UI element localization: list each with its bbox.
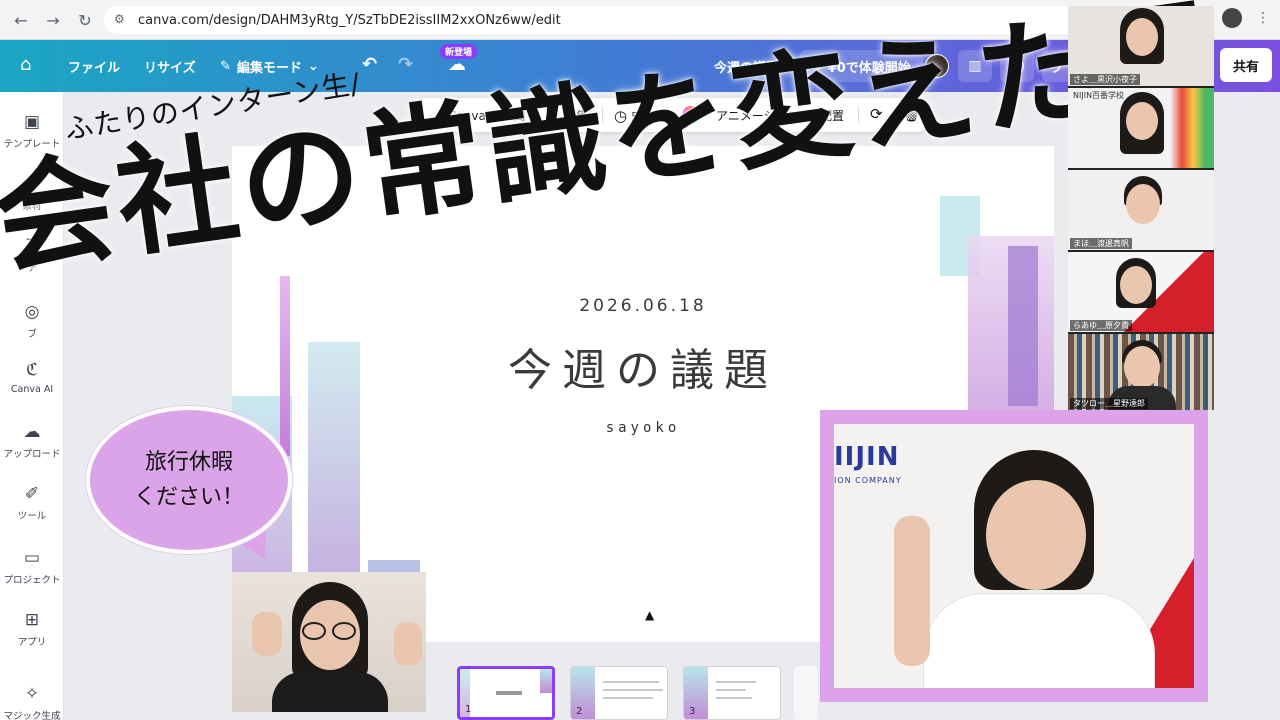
participant-name: まほ＿渡邊真帆 [1070, 238, 1132, 249]
menu-icon[interactable]: ⋮ [1256, 10, 1270, 26]
page-thumbnail[interactable]: 1 [457, 666, 555, 720]
pencil-icon: ✎ [220, 59, 231, 74]
participant-name: NIJIN百番学校 [1073, 91, 1125, 100]
sidebar-item-magic[interactable]: ✧ マジック生成 [0, 684, 64, 720]
thumbs-up-hand [394, 622, 422, 666]
forward-icon[interactable]: → [38, 5, 68, 35]
page-thumbnail[interactable]: 3 [683, 666, 781, 720]
person-face [1124, 346, 1160, 388]
thumbnail-text [496, 691, 522, 695]
magic-icon: ✧ [24, 684, 40, 704]
folder-icon: ▭ [23, 548, 41, 568]
person-face [1126, 102, 1158, 140]
sidebar-item-apps[interactable]: ⊞ アプリ [0, 610, 64, 648]
reload-icon[interactable]: ↻ [70, 5, 100, 35]
sidebar-item-tools[interactable]: ✐ ツール [0, 484, 64, 522]
video-feed-left [232, 572, 426, 712]
company-logo: IIJIN [834, 442, 900, 472]
file-menu[interactable]: ファイル [68, 57, 120, 76]
person-face [1126, 18, 1158, 56]
participant-tile[interactable]: らあゆ＿原夕貴 [1068, 252, 1214, 332]
page-thumbnail[interactable]: 2 [570, 666, 668, 720]
thumbnail-text [716, 681, 756, 683]
sidebar-item-label: Canva AI [10, 384, 54, 395]
person-face [1120, 266, 1152, 304]
page-number: 2 [576, 706, 583, 717]
sidebar-item-label: ブ [27, 329, 37, 340]
thumbs-up-hand [252, 612, 282, 656]
sidebar-item-canva-ai[interactable]: ℭ Canva AI [0, 360, 64, 395]
add-page-button[interactable] [794, 666, 818, 720]
sidebar-item-label: ツール [17, 511, 47, 522]
person-body [924, 594, 1154, 688]
brand-icon: ◎ [24, 302, 40, 322]
bubble-line: ください！ [133, 485, 244, 510]
tools-icon: ✐ [24, 484, 40, 504]
sidebar-item-label: アップロード [3, 449, 61, 460]
sidebar-item-uploads[interactable]: ☁ アップロード [0, 422, 64, 460]
sidebar-item-label: プロジェクト [3, 575, 61, 586]
participant-name: らあゆ＿原夕貴 [1070, 320, 1132, 331]
thumbnail-text [603, 681, 659, 683]
person-face [986, 480, 1086, 590]
participant-tile[interactable]: さよ＿黒沢小夜子 [1068, 6, 1214, 86]
profile-avatar[interactable] [1222, 8, 1242, 28]
back-icon[interactable]: ← [6, 5, 36, 35]
bubble-line: 旅行休暇 [144, 449, 233, 475]
thumbnail-text [603, 689, 663, 691]
slide-title: 今週の議題 [508, 345, 778, 396]
sidebar-item-label: アプリ [17, 637, 47, 648]
glasses-icon [332, 622, 356, 640]
participant-tile[interactable]: タツロー＿星野達郎 [1068, 334, 1214, 410]
canva-ai-icon: ℭ [26, 360, 38, 380]
thumbnail-text [716, 697, 752, 699]
sidebar-item-label: マジック生成 [3, 711, 61, 720]
thumbnail-decoration [571, 667, 595, 719]
participant-tile[interactable]: まほ＿渡邊真帆 [1068, 170, 1214, 250]
page-number: 3 [689, 706, 696, 717]
participant-name: タツロー＿星野達郎 [1070, 398, 1148, 409]
apps-icon: ⊞ [24, 610, 40, 630]
glasses-icon [302, 622, 326, 640]
share-button[interactable]: 共有 [1220, 48, 1272, 82]
person-body [272, 672, 388, 712]
resize-menu[interactable]: リサイズ [144, 57, 196, 76]
video-feed-main: IIJIN ION COMPANY [820, 410, 1208, 702]
page-number: 1 [465, 704, 472, 715]
participant-tile[interactable]: NIJIN百番学校 [1068, 88, 1214, 168]
company-logo-subtitle: ION COMPANY [834, 476, 902, 485]
participant-list: さよ＿黒沢小夜子 NIJIN百番学校 まほ＿渡邊真帆 らあゆ＿原夕貴 タツロー＿… [1068, 6, 1214, 410]
participant-name: さよ＿黒沢小夜子 [1070, 74, 1140, 85]
pointing-hand [894, 516, 930, 666]
speech-bubble: 旅行休暇 ください！ [86, 406, 292, 554]
thumbnail-text [716, 689, 746, 691]
video-frame: IIJIN ION COMPANY [834, 424, 1194, 688]
thumbnail-decoration [684, 667, 708, 719]
thumbnail-decoration [540, 669, 552, 693]
person-face [1126, 184, 1160, 224]
sidebar-item-projects[interactable]: ▭ プロジェクト [0, 548, 64, 586]
upload-icon: ☁ [23, 422, 41, 442]
slide-date: 2026.06.18 [579, 296, 707, 316]
thumbnail-text [603, 697, 653, 699]
url-text: canva.com/design/DAHM3yRtg_Y/SzTbDE2issI… [138, 12, 561, 28]
sidebar-item-brand[interactable]: ◎ ブ [0, 302, 64, 340]
mouse-cursor-icon: ▲ [645, 608, 655, 622]
site-settings-icon[interactable]: ⚙ [114, 12, 130, 28]
home-icon[interactable]: ⌂ [20, 54, 44, 78]
